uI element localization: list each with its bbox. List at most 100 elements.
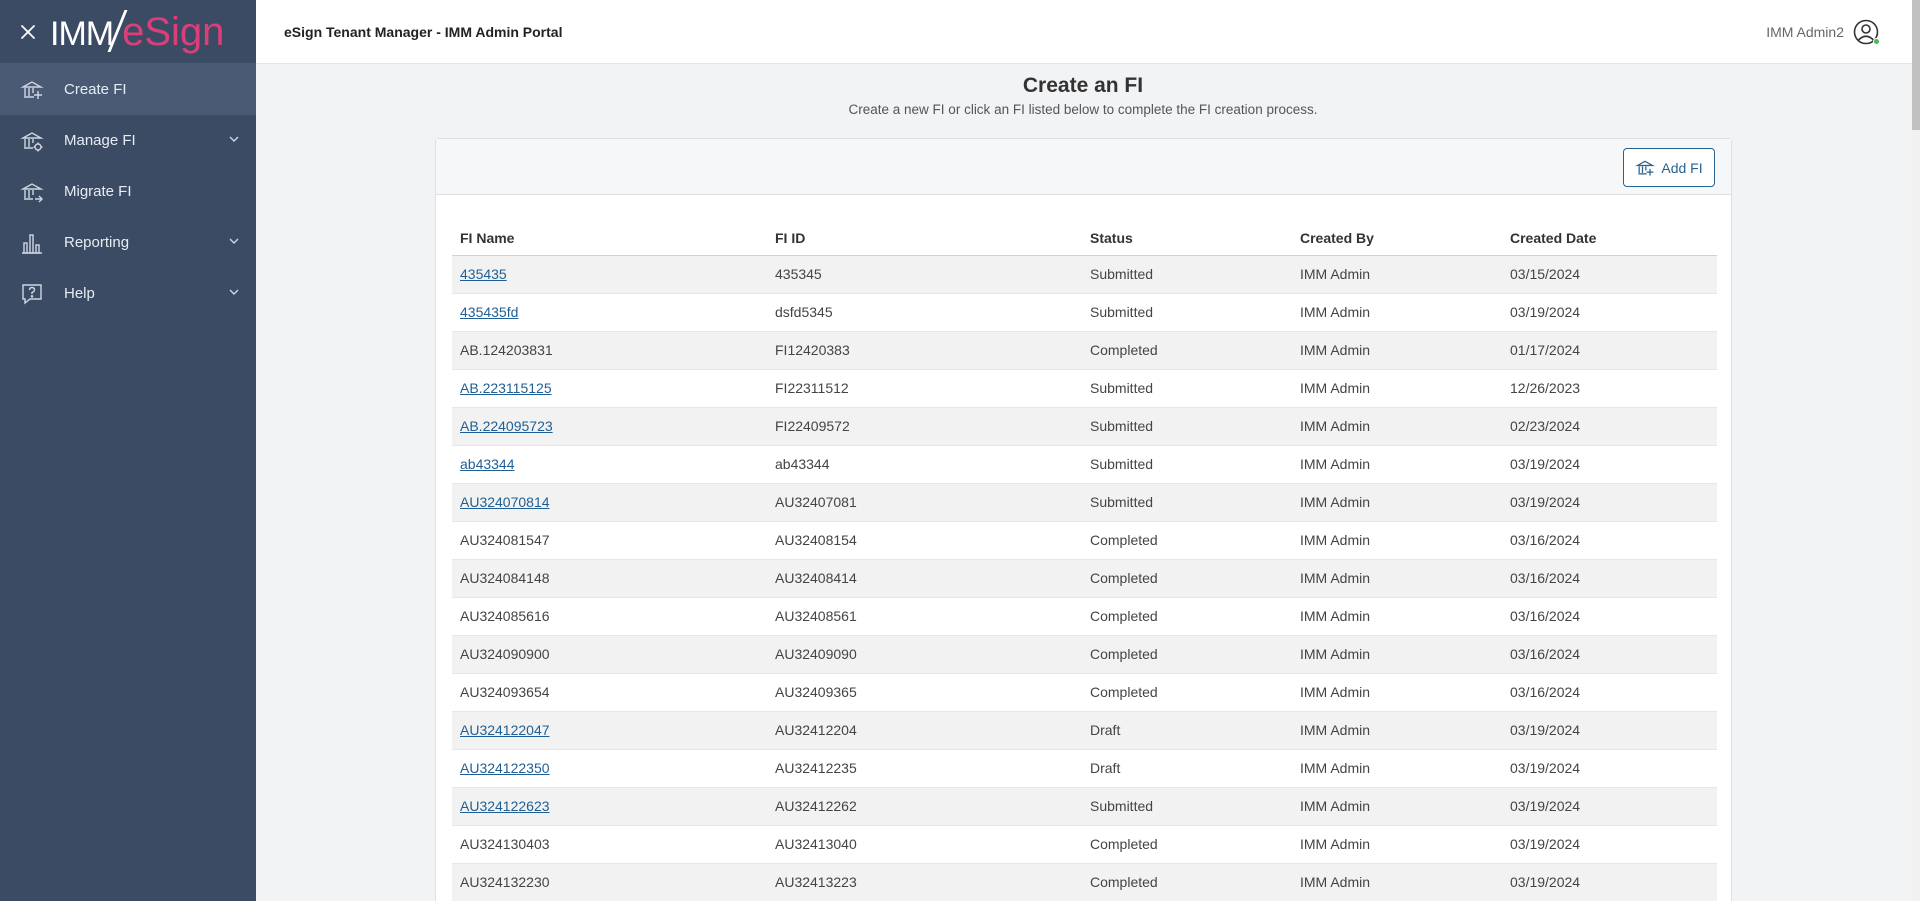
cell-created-date: 02/23/2024 — [1502, 407, 1717, 446]
cell-fi-id: AU32409365 — [767, 673, 1082, 712]
help-icon — [20, 282, 44, 306]
fi-name-link[interactable]: AU324122047 — [460, 722, 550, 738]
cell-status: Submitted — [1082, 255, 1292, 294]
cell-created-by: IMM Admin — [1292, 711, 1502, 750]
cell-fi-name: AB.124203831 — [452, 331, 767, 370]
logo: IMM eSign — [50, 9, 224, 54]
fi-name-link[interactable]: 435435fd — [460, 304, 518, 320]
bank-gear-icon — [20, 129, 44, 153]
cell-status: Completed — [1082, 597, 1292, 636]
cell-fi-id: 435345 — [767, 255, 1082, 294]
cell-created-by: IMM Admin — [1292, 293, 1502, 332]
cell-created-date: 03/16/2024 — [1502, 673, 1717, 712]
cell-fi-id: AU32412262 — [767, 787, 1082, 826]
table-row: AU324084148 AU32408414 Completed IMM Admin 0… — [452, 559, 1717, 598]
table-row[interactable]: AU324122350 AU32412235 Draft IMM Admin 03/19… — [452, 749, 1717, 788]
cell-status: Draft — [1082, 749, 1292, 788]
cell-fi-name: AU324081547 — [452, 521, 767, 560]
cell-created-date: 12/26/2023 — [1502, 369, 1717, 408]
cell-created-date: 03/19/2024 — [1502, 445, 1717, 484]
table-row[interactable]: AU324122623 AU32412262 Submitted IMM Admin 0… — [452, 787, 1717, 826]
table-row[interactable]: AU324122047 AU32412204 Draft IMM Admin 03/19… — [452, 711, 1717, 750]
add-fi-button-label: Add FI — [1661, 159, 1703, 176]
fi-table: FI Name FI ID Status Created By Created … — [452, 221, 1717, 901]
cell-fi-id: AU32413040 — [767, 825, 1082, 864]
cell-created-by: IMM Admin — [1292, 445, 1502, 484]
cell-status: Submitted — [1082, 787, 1292, 826]
table-row[interactable]: 435435fd dsfd5345 Submitted IMM Admin 03/19/… — [452, 293, 1717, 332]
fi-name-link[interactable]: AB.223115125 — [460, 380, 552, 396]
cell-fi-id: AU32408154 — [767, 521, 1082, 560]
cell-created-by: IMM Admin — [1292, 331, 1502, 370]
sidebar-item-label: Reporting — [64, 234, 130, 251]
cell-status: Completed — [1082, 521, 1292, 560]
online-status-dot — [1873, 38, 1880, 45]
fi-name-link[interactable]: AU324122623 — [460, 798, 550, 814]
cell-created-by: IMM Admin — [1292, 597, 1502, 636]
portal-title: eSign Tenant Manager - IMM Admin Portal — [284, 23, 563, 40]
cell-created-date: 03/19/2024 — [1502, 483, 1717, 522]
table-row: AU324085616 AU32408561 Completed IMM Admin 0… — [452, 597, 1717, 636]
cell-fi-name: AU324090900 — [452, 635, 767, 674]
table-header-row: FI Name FI ID Status Created By Created … — [452, 221, 1717, 256]
page-title: Create an FI — [1022, 74, 1144, 97]
close-sidebar-button[interactable] — [0, 0, 56, 64]
sidebar-item-migrate-fi[interactable]: Migrate FI — [0, 166, 256, 217]
table-row[interactable]: AU324070814 AU32407081 Submitted IMM Admin 0… — [452, 483, 1717, 522]
cell-status: Submitted — [1082, 369, 1292, 408]
cell-fi-id: FI22409572 — [767, 407, 1082, 446]
page-subtitle: Create a new FI or click an FI listed be… — [848, 102, 1318, 117]
table-row[interactable]: 435435 435345 Submitted IMM Admin 03/15/2024 — [452, 255, 1717, 294]
column-header-status[interactable]: Status — [1082, 221, 1292, 256]
table-body: 435435 435345 Submitted IMM Admin 03/15/2024… — [452, 255, 1717, 901]
sidebar-item-manage-fi[interactable]: Manage FI — [0, 115, 256, 166]
column-header-created-by[interactable]: Created By — [1292, 221, 1502, 256]
cell-fi-name: AU324085616 — [452, 597, 767, 636]
table-row: AU324081547 AU32408154 Completed IMM Admin 0… — [452, 521, 1717, 560]
column-header-fi-id[interactable]: FI ID — [767, 221, 1082, 256]
cell-fi-name: 435435 — [452, 255, 767, 294]
table-row[interactable]: ab43344 ab43344 Submitted IMM Admin 03/19/20… — [452, 445, 1717, 484]
sidebar: IMM eSign Create FI Manage FI Migrate FI… — [0, 0, 256, 901]
cell-created-by: IMM Admin — [1292, 255, 1502, 294]
fi-name-link[interactable]: 435435 — [460, 266, 507, 282]
sidebar-item-label: Help — [64, 285, 95, 302]
cell-fi-name: AB.223115125 — [452, 369, 767, 408]
fi-name-link[interactable]: AU324070814 — [460, 494, 550, 510]
fi-name-link[interactable]: AU324122350 — [460, 760, 550, 776]
cell-fi-name: AU324093654 — [452, 673, 767, 712]
bar-chart-icon — [20, 231, 44, 255]
sidebar-item-create-fi[interactable]: Create FI — [0, 64, 256, 115]
main-content: Create an FI Create a new FI or click an… — [256, 64, 1912, 901]
column-header-fi-name[interactable]: FI Name — [452, 221, 767, 256]
table-row[interactable]: AB.223115125 FI22311512 Submitted IMM Admin… — [452, 369, 1717, 408]
scrollbar-thumb[interactable] — [1912, 0, 1920, 130]
cell-created-date: 03/16/2024 — [1502, 521, 1717, 560]
cell-fi-id: AU32408414 — [767, 559, 1082, 598]
user-avatar-icon[interactable] — [1852, 18, 1880, 46]
user-menu[interactable]: IMM Admin2 — [1766, 0, 1880, 64]
sidebar-item-reporting[interactable]: Reporting — [0, 217, 256, 268]
cell-created-by: IMM Admin — [1292, 825, 1502, 864]
page-scrollbar[interactable] — [1912, 0, 1920, 901]
table-row[interactable]: AB.224095723 FI22409572 Submitted IMM Admin… — [452, 407, 1717, 446]
cell-status: Draft — [1082, 711, 1292, 750]
sidebar-item-help[interactable]: Help — [0, 268, 256, 319]
cell-status: Completed — [1082, 825, 1292, 864]
fi-name-link[interactable]: ab43344 — [460, 456, 515, 472]
column-header-created-date[interactable]: Created Date — [1502, 221, 1717, 256]
add-fi-button[interactable]: Add FI — [1623, 148, 1715, 187]
sidebar-item-label: Create FI — [64, 81, 127, 98]
cell-fi-id: AU32412235 — [767, 749, 1082, 788]
cell-fi-name: AU324130403 — [452, 825, 767, 864]
cell-created-by: IMM Admin — [1292, 863, 1502, 901]
fi-name-link[interactable]: AB.224095723 — [460, 418, 553, 434]
table-row: AU324132230 AU32413223 Completed IMM Admin 0… — [452, 863, 1717, 901]
cell-fi-id: FI22311512 — [767, 369, 1082, 408]
cell-fi-name: AU324132230 — [452, 863, 767, 901]
cell-status: Submitted — [1082, 445, 1292, 484]
cell-created-by: IMM Admin — [1292, 787, 1502, 826]
close-icon — [21, 24, 35, 39]
cell-created-by: IMM Admin — [1292, 559, 1502, 598]
cell-created-by: IMM Admin — [1292, 749, 1502, 788]
